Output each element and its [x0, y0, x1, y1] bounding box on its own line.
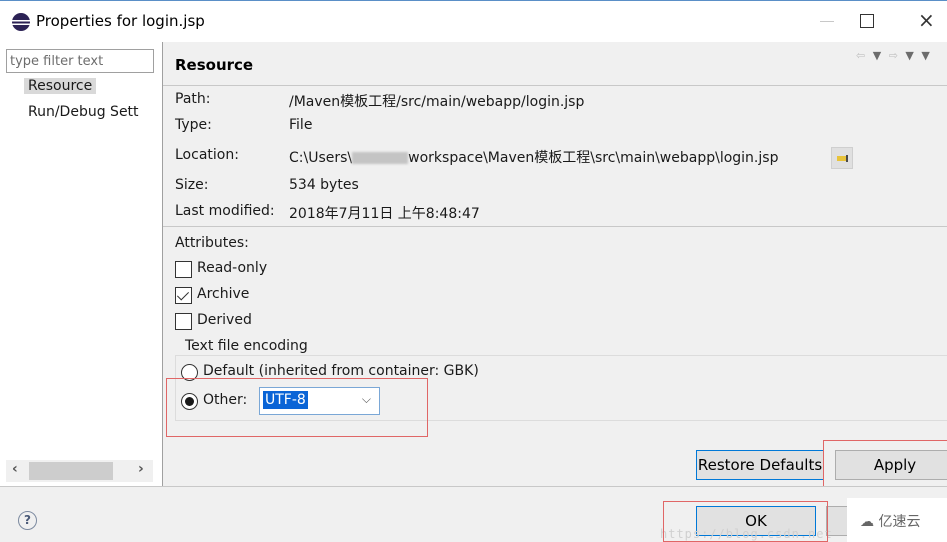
page-navigation: ⇦ ▼ ⇨ ▼ ▼	[856, 49, 932, 62]
attributes-label: Attributes:	[175, 235, 249, 251]
redacted-username	[352, 152, 409, 164]
minimize-button[interactable]	[820, 21, 834, 22]
header-separator	[163, 85, 947, 86]
sidebar-item-resource[interactable]: Resource	[24, 78, 97, 94]
title-bar: Properties for login.jsp ×	[0, 1, 947, 42]
scroll-right-icon[interactable]: ›	[138, 461, 144, 477]
read-only-checkbox[interactable]	[175, 261, 192, 278]
location-label: Location:	[175, 147, 239, 163]
horizontal-scrollbar[interactable]: ‹ ›	[6, 460, 153, 482]
section-separator	[163, 226, 947, 227]
eclipse-icon	[12, 13, 30, 31]
scroll-left-icon[interactable]: ‹	[12, 461, 18, 477]
cloud-icon: ☁	[860, 514, 874, 530]
last-modified-value: 2018年7月11日 上午8:48:47	[289, 206, 480, 222]
path-value: /Maven模板工程/src/main/webapp/login.jsp	[289, 94, 585, 110]
filter-input[interactable]	[6, 49, 154, 73]
properties-page: Resource ⇦ ▼ ⇨ ▼ ▼ Path: /Maven模板工程/src/…	[163, 42, 947, 486]
window-title: Properties for login.jsp	[36, 12, 205, 30]
archive-checkbox[interactable]	[175, 287, 192, 304]
watermark-text: 亿速云	[878, 514, 921, 530]
type-value: File	[289, 117, 313, 133]
help-icon[interactable]: ?	[18, 511, 37, 530]
forward-menu-icon[interactable]: ▼	[905, 49, 915, 62]
default-encoding-radio[interactable]	[181, 364, 198, 381]
url-watermark: https://blog.csdn.net	[660, 527, 833, 541]
open-location-button[interactable]	[831, 147, 853, 169]
close-button[interactable]: ×	[918, 10, 935, 30]
scrollbar-thumb[interactable]	[29, 462, 113, 480]
encoding-combo-value[interactable]: UTF-8	[263, 391, 308, 409]
apply-button[interactable]: Apply	[835, 450, 947, 480]
location-value: C:\Users\ workspace\Maven模板工程\src\main\we…	[289, 147, 778, 167]
size-label: Size:	[175, 177, 209, 193]
sidebar: Resource Run/Debug Sett ‹ ›	[0, 42, 162, 486]
location-suffix: workspace\Maven模板工程\src\main\webapp\logi…	[408, 150, 779, 166]
restore-defaults-button[interactable]: Restore Defaults	[696, 450, 824, 480]
derived-checkbox[interactable]	[175, 313, 192, 330]
path-label: Path:	[175, 91, 211, 107]
sidebar-item-run-debug[interactable]: Run/Debug Sett	[28, 104, 160, 120]
read-only-label[interactable]: Read-only	[197, 260, 267, 276]
encoding-group-title: Text file encoding	[183, 338, 310, 354]
view-menu-icon[interactable]: ▼	[921, 49, 931, 62]
chevron-down-icon[interactable]: ⌵	[362, 392, 371, 407]
archive-label[interactable]: Archive	[197, 286, 249, 302]
last-modified-label: Last modified:	[175, 203, 275, 219]
other-encoding-label[interactable]: Other:	[203, 392, 247, 408]
watermark-logo: ☁ 亿速云	[860, 511, 920, 531]
encoding-combo[interactable]: UTF-8 ⌵	[259, 387, 380, 415]
other-encoding-radio[interactable]	[181, 393, 198, 410]
forward-icon[interactable]: ⇨	[889, 49, 900, 62]
dialog-footer: ? OK ☁ 亿速云 https://blog.csdn.net	[0, 487, 947, 542]
default-encoding-label[interactable]: Default (inherited from container: GBK)	[203, 363, 479, 379]
page-title: Resource	[175, 56, 254, 74]
derived-label[interactable]: Derived	[197, 312, 252, 328]
location-prefix: C:\Users\	[289, 150, 353, 166]
type-label: Type:	[175, 117, 212, 133]
size-value: 534 bytes	[289, 177, 359, 193]
back-icon[interactable]: ⇦	[856, 49, 867, 62]
back-menu-icon[interactable]: ▼	[873, 49, 883, 62]
maximize-button[interactable]	[860, 14, 874, 28]
